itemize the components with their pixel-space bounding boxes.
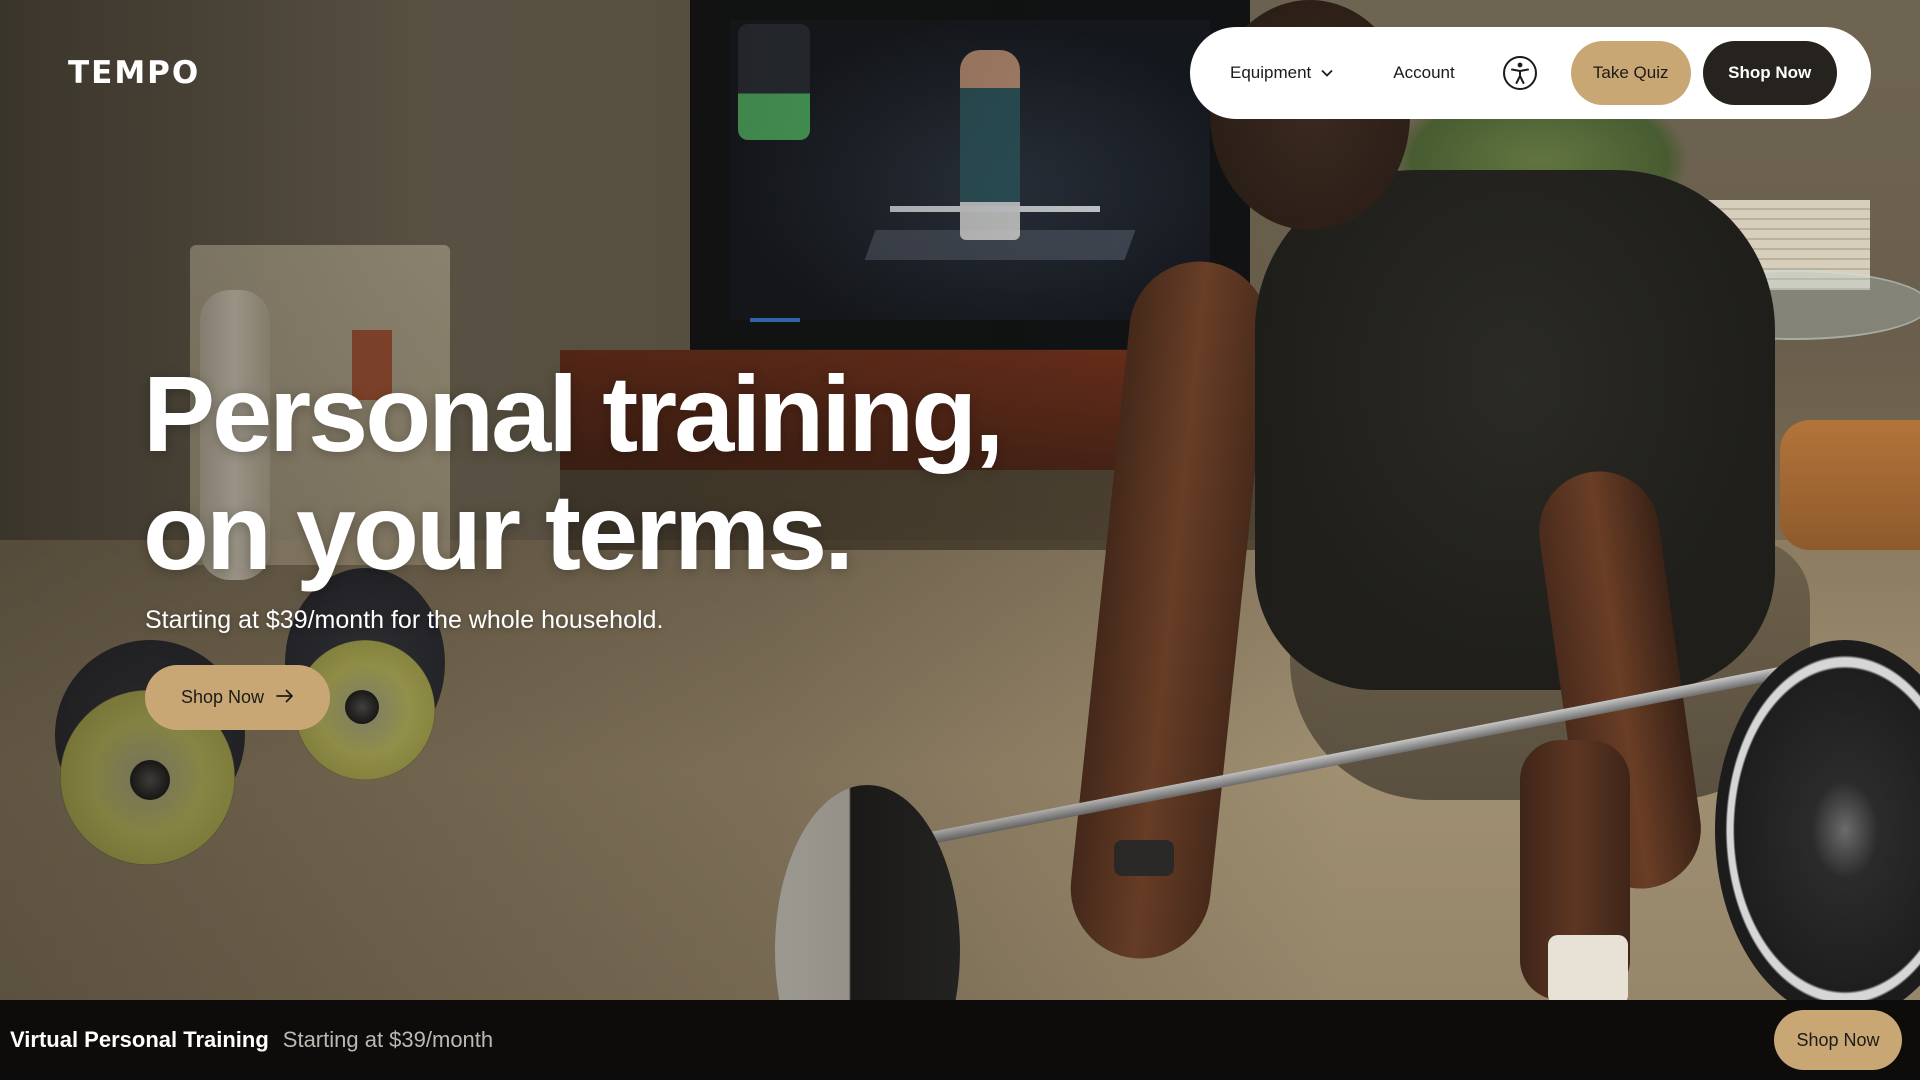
chevron-down-icon xyxy=(1321,69,1333,77)
top-nav: Equipment Account Take Quiz Shop Now xyxy=(1190,27,1871,119)
take-quiz-button[interactable]: Take Quiz xyxy=(1570,41,1691,105)
hero-shop-now-label: Shop Now xyxy=(180,687,265,707)
hero-shop-now-button[interactable]: Shop Now xyxy=(145,665,330,730)
promo-bar-shop-now-label: Shop Now xyxy=(1796,1029,1880,1050)
promo-bar-subtitle: Starting at $39/month xyxy=(282,1027,494,1052)
nav-equipment-dropdown[interactable]: Equipment xyxy=(1230,63,1333,83)
hero-headline-line2: on your terms. xyxy=(143,471,854,592)
promo-bar-title: Virtual Personal Training xyxy=(10,1027,269,1052)
tempo-logo[interactable]: TEMPO xyxy=(68,55,200,91)
nav-equipment-label: Equipment xyxy=(1230,63,1312,82)
hero-headline-line1: Personal training, xyxy=(143,353,1004,474)
hero-headline: Personal training, on your terms. xyxy=(143,353,1004,592)
hero-subheadline: Starting at $39/month for the whole hous… xyxy=(145,606,664,634)
sticky-promo-bar: Virtual Personal Training Starting at $3… xyxy=(0,1000,1920,1080)
accessibility-icon[interactable] xyxy=(1502,56,1537,90)
nav-shop-now-button[interactable]: Shop Now xyxy=(1702,41,1837,105)
nav-account-link[interactable]: Account xyxy=(1393,63,1454,83)
nav-account-label: Account xyxy=(1393,63,1455,82)
promo-bar-shop-now-button[interactable]: Shop Now xyxy=(1774,1010,1902,1070)
arrow-right-icon xyxy=(276,687,294,708)
